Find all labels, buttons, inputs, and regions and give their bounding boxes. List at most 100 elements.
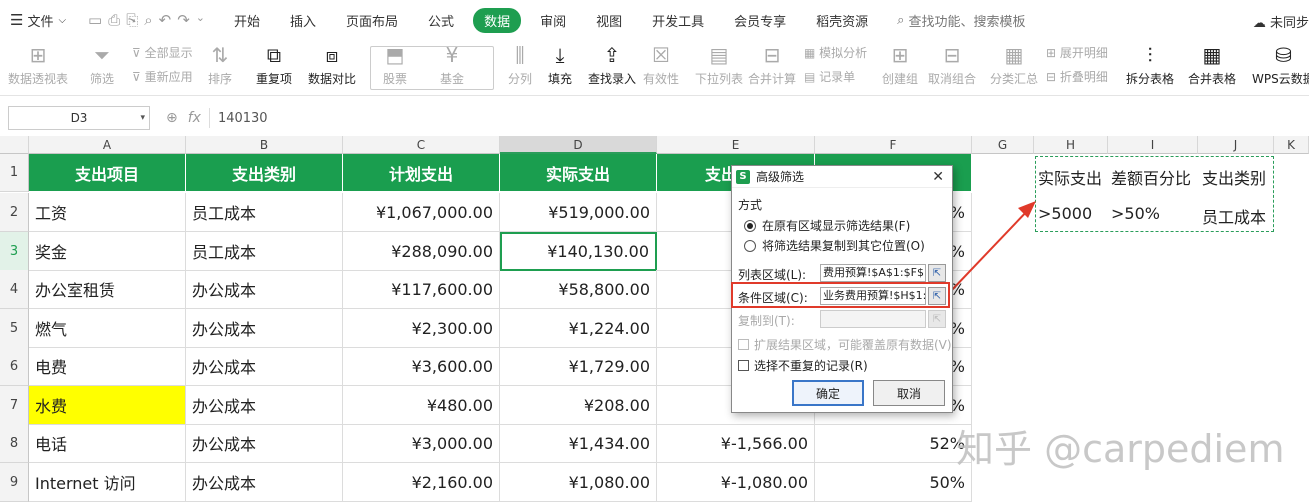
cell-b-row-6[interactable]: 办公成本 bbox=[186, 347, 343, 386]
cell-b-row-3[interactable]: 员工成本 bbox=[186, 232, 343, 271]
header-cell[interactable]: 支出项目 bbox=[29, 154, 186, 192]
radio-in-place[interactable]: 在原有区域显示筛选结果(F) bbox=[744, 217, 910, 234]
column-header-i[interactable]: I bbox=[1108, 136, 1198, 154]
split-column-button[interactable]: ⫼ 分列 bbox=[508, 40, 532, 96]
fill-button[interactable]: ⤓ 填充 bbox=[548, 40, 572, 96]
dropdown-list-button[interactable]: ▤ 下拉列表 bbox=[695, 40, 743, 96]
column-header-k[interactable]: K bbox=[1274, 136, 1309, 154]
column-header-e[interactable]: E bbox=[657, 136, 815, 154]
duplicates-button[interactable]: ⧉ 重复项 bbox=[256, 40, 292, 96]
column-header-h[interactable]: H bbox=[1034, 136, 1108, 154]
ok-button[interactable]: 确定 bbox=[792, 380, 864, 406]
reapply-button[interactable]: ⊽ 重新应用 bbox=[132, 68, 193, 85]
row-header[interactable]: 6 bbox=[0, 347, 29, 386]
cell-a-row-5[interactable]: 燃气 bbox=[29, 309, 186, 348]
row-header[interactable]: 2 bbox=[0, 193, 29, 232]
cell-d-row-4[interactable]: ¥58,800.00 bbox=[500, 270, 657, 309]
cell-a-row-6[interactable]: 电费 bbox=[29, 347, 186, 386]
consolidate-button[interactable]: ⊟ 合并计算 bbox=[748, 40, 796, 96]
tab-insert[interactable]: 插入 bbox=[279, 8, 327, 33]
ungroup-button[interactable]: ⊟ 取消组合 bbox=[928, 40, 976, 96]
select-all-corner[interactable] bbox=[0, 136, 29, 154]
cell-b-row-7[interactable]: 办公成本 bbox=[186, 386, 343, 425]
cell-a-row-7[interactable]: 水费 bbox=[29, 386, 186, 425]
cell-d-row-2[interactable]: ¥519,000.00 bbox=[500, 193, 657, 232]
tab-page-layout[interactable]: 页面布局 bbox=[335, 8, 409, 33]
cell-d-row-9[interactable]: ¥1,080.00 bbox=[500, 463, 657, 502]
row-header[interactable]: 3 bbox=[0, 232, 29, 271]
create-group-button[interactable]: ⊞ 创建组 bbox=[882, 40, 918, 96]
range-picker-icon[interactable]: ⇱ bbox=[928, 264, 946, 282]
cell-e-row-9[interactable]: ¥-1,080.00 bbox=[657, 463, 815, 502]
pivot-table-button[interactable]: ⊞ 数据透视表 bbox=[8, 40, 68, 96]
tab-docer[interactable]: 稻壳资源 bbox=[805, 8, 879, 33]
subtotal-button[interactable]: ▦ 分类汇总 bbox=[990, 40, 1038, 96]
cell-a-row-4[interactable]: 办公室租赁 bbox=[29, 270, 186, 309]
funds-button[interactable]: ¥ 基金 bbox=[440, 40, 464, 96]
preview-icon[interactable]: ⌕ bbox=[144, 11, 152, 29]
radio-copy[interactable]: 将筛选结果复制到其它位置(O) bbox=[744, 237, 925, 254]
wps-cloud-button[interactable]: ⛁ WPS云数据 bbox=[1252, 40, 1309, 96]
header-cell[interactable]: 支出类别 bbox=[186, 154, 343, 192]
simulation-button[interactable]: ▦ 模拟分析 bbox=[804, 44, 867, 61]
cell-a-row-3[interactable]: 奖金 bbox=[29, 232, 186, 271]
row-header[interactable]: 1 bbox=[0, 154, 29, 192]
cell-b-row-4[interactable]: 办公成本 bbox=[186, 270, 343, 309]
cell-a-row-2[interactable]: 工资 bbox=[29, 193, 186, 232]
cell-d-row-5[interactable]: ¥1,224.00 bbox=[500, 309, 657, 348]
formula-input[interactable]: 140130 bbox=[218, 111, 268, 126]
collapse-detail-button[interactable]: ⊟ 折叠明细 bbox=[1046, 68, 1108, 85]
tab-view[interactable]: 视图 bbox=[585, 8, 633, 33]
cell-c-row-6[interactable]: ¥3,600.00 bbox=[343, 347, 500, 386]
column-header-d[interactable]: D bbox=[500, 136, 657, 154]
cancel-button[interactable]: 取消 bbox=[873, 380, 945, 406]
header-cell[interactable]: 实际支出 bbox=[500, 154, 657, 192]
sync-status[interactable]: ☁ 未同步 bbox=[1253, 12, 1309, 31]
find-entry-button[interactable]: ⇪ 查找录入 bbox=[588, 40, 636, 96]
cell-e-row-8[interactable]: ¥-1,566.00 bbox=[657, 424, 815, 463]
data-compare-button[interactable]: ⧈ 数据对比 bbox=[308, 40, 356, 96]
cell-c-row-7[interactable]: ¥480.00 bbox=[343, 386, 500, 425]
cell-c-row-3[interactable]: ¥288,090.00 bbox=[343, 232, 500, 271]
cell-a-row-9[interactable]: Internet 访问 bbox=[29, 463, 186, 502]
search-box[interactable]: ⌕ 查找功能、搜索模板 bbox=[897, 11, 1025, 30]
tab-developer[interactable]: 开发工具 bbox=[641, 8, 715, 33]
row-header[interactable]: 7 bbox=[0, 386, 29, 425]
undo-icon[interactable]: ↶ bbox=[159, 11, 172, 29]
cell-c-row-4[interactable]: ¥117,600.00 bbox=[343, 270, 500, 309]
tab-home[interactable]: 开始 bbox=[223, 8, 271, 33]
cell-b-row-5[interactable]: 办公成本 bbox=[186, 309, 343, 348]
tab-formulas[interactable]: 公式 bbox=[417, 8, 465, 33]
fx-icon[interactable]: fx bbox=[188, 110, 201, 126]
column-header-b[interactable]: B bbox=[186, 136, 343, 154]
cell-c-row-2[interactable]: ¥1,067,000.00 bbox=[343, 193, 500, 232]
close-icon[interactable]: ✕ bbox=[932, 169, 944, 185]
save-icon[interactable]: ▭ bbox=[88, 11, 102, 29]
merge-table-button[interactable]: ▦ 合并表格 bbox=[1188, 40, 1236, 96]
column-header-c[interactable]: C bbox=[343, 136, 500, 154]
zoom-icon[interactable]: ⊕ bbox=[166, 110, 178, 126]
list-range-input[interactable]: 费用预算!$A$1:$F$19 bbox=[820, 264, 926, 282]
cell-f-row-8[interactable]: 52% bbox=[815, 424, 972, 463]
cell-d-row-8[interactable]: ¥1,434.00 bbox=[500, 424, 657, 463]
row-header[interactable]: 8 bbox=[0, 424, 29, 463]
cell-b-row-2[interactable]: 员工成本 bbox=[186, 193, 343, 232]
column-header-f[interactable]: F bbox=[815, 136, 972, 154]
sort-button[interactable]: ⇅ 排序 bbox=[208, 40, 232, 96]
cell-c-row-8[interactable]: ¥3,000.00 bbox=[343, 424, 500, 463]
export-icon[interactable]: ⎙ bbox=[108, 11, 120, 29]
print-icon[interactable]: ⎘ bbox=[126, 11, 138, 29]
unique-records-checkbox[interactable]: 选择不重复的记录(R) bbox=[738, 357, 868, 374]
cell-d-row-3[interactable]: ¥140,130.00 bbox=[500, 232, 657, 271]
name-box[interactable]: D3 ▾ bbox=[8, 106, 150, 130]
cell-d-row-6[interactable]: ¥1,729.00 bbox=[500, 347, 657, 386]
expand-detail-button[interactable]: ⊞ 展开明细 bbox=[1046, 44, 1108, 61]
cell-c-row-5[interactable]: ¥2,300.00 bbox=[343, 309, 500, 348]
cell-b-row-9[interactable]: 办公成本 bbox=[186, 463, 343, 502]
more-icon[interactable]: ⌄ bbox=[196, 11, 205, 29]
row-header[interactable]: 9 bbox=[0, 463, 29, 502]
split-table-button[interactable]: ⫶ 拆分表格 bbox=[1126, 40, 1174, 96]
stocks-button[interactable]: ⬒ 股票 bbox=[383, 40, 407, 96]
filter-button[interactable]: ⏷ 筛选 bbox=[90, 40, 114, 96]
row-header[interactable]: 5 bbox=[0, 309, 29, 348]
